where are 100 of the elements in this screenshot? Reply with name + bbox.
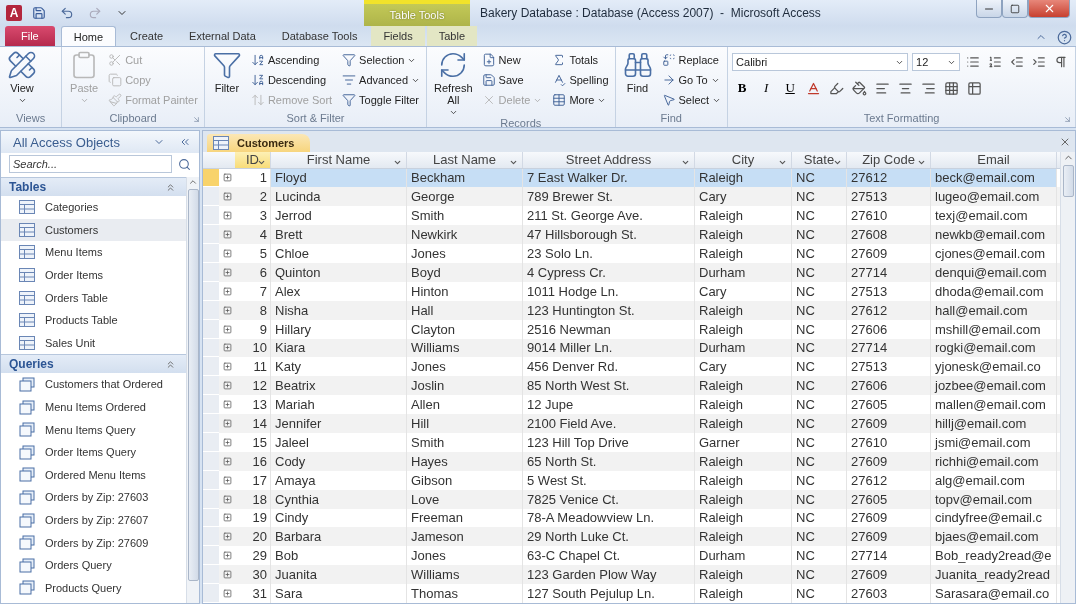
ribbon-button[interactable]: Advanced	[340, 70, 423, 90]
ribbon-button[interactable]: Refresh All	[431, 50, 476, 117]
column-header[interactable]: First Name	[271, 152, 407, 168]
format-button[interactable]: U	[780, 78, 801, 98]
navigation-item[interactable]: Orders Query	[1, 553, 186, 577]
font-size-field[interactable]: 12	[912, 53, 961, 71]
document-tab[interactable]: Customers	[207, 134, 311, 152]
navigation-item[interactable]: Products Query	[1, 576, 186, 600]
ribbon-button[interactable]: Select	[659, 90, 724, 110]
expand-icon[interactable]	[222, 419, 232, 429]
caret-icon[interactable]	[257, 158, 266, 167]
caret-icon[interactable]	[681, 158, 690, 167]
navigation-item[interactable]: Customers	[1, 218, 186, 242]
format-button[interactable]: B	[732, 78, 753, 98]
ribbon-tab[interactable]: Database Tools	[269, 26, 370, 46]
ribbon-button[interactable]: Go To	[659, 70, 724, 90]
search-field[interactable]: Search...	[9, 155, 172, 173]
navigation-item[interactable]: Orders by Zip: 27607	[1, 508, 186, 532]
navigation-item[interactable]: Categories	[1, 196, 186, 219]
expand-icon[interactable]	[222, 192, 232, 202]
dialog-launcher-icon[interactable]	[1063, 115, 1072, 124]
ribbon-tab[interactable]: Create	[118, 26, 176, 46]
ribbon-button[interactable]: Totals	[550, 50, 611, 70]
navigation-item[interactable]: Menu Items Query	[1, 418, 186, 441]
expand-icon[interactable]	[222, 249, 232, 258]
ribbon-button[interactable]: New	[479, 50, 545, 70]
expand-icon[interactable]	[222, 230, 232, 240]
expand-icon[interactable]	[222, 343, 232, 353]
column-header[interactable]: Street Address	[523, 152, 695, 168]
scrollbar[interactable]	[186, 177, 199, 603]
caret-icon[interactable]	[778, 158, 787, 167]
collapse-group-icon[interactable]	[165, 358, 176, 370]
ribbon-tab[interactable]: Home	[60, 26, 117, 46]
scrollbar[interactable]	[1060, 152, 1075, 603]
navigation-item[interactable]: Order Items	[1, 263, 186, 287]
ribbon-button[interactable]: Filter	[208, 50, 245, 112]
format-button[interactable]: I	[756, 78, 777, 98]
expand-icon[interactable]	[222, 570, 232, 580]
maximize-button[interactable]	[1002, 0, 1028, 18]
column-header[interactable]: Email	[931, 152, 1057, 168]
navigation-item[interactable]: Order Items Query	[1, 440, 186, 464]
expand-icon[interactable]	[222, 513, 232, 523]
expand-icon[interactable]	[222, 400, 232, 410]
group-header[interactable]: Queries	[1, 354, 186, 374]
navigation-item[interactable]: Products Table	[1, 308, 186, 332]
ribbon-button[interactable]: View	[4, 50, 40, 112]
navigation-item[interactable]: Ordered Menu Items	[1, 463, 186, 487]
expand-icon[interactable]	[222, 305, 232, 315]
expand-icon[interactable]	[222, 211, 232, 221]
expand-icon[interactable]	[222, 324, 232, 334]
expand-icon[interactable]	[222, 381, 232, 391]
close-button[interactable]	[1028, 0, 1070, 18]
column-header[interactable]: Last Name	[407, 152, 523, 168]
expand-icon[interactable]	[222, 494, 232, 504]
ribbon-button[interactable]: Spelling	[550, 70, 611, 90]
ribbon-button[interactable]: Find	[619, 50, 656, 112]
navigation-item[interactable]: Orders Table	[1, 286, 186, 309]
group-header[interactable]: Tables	[1, 177, 186, 196]
column-header[interactable]: State	[792, 152, 847, 168]
column-header[interactable]: ID	[235, 152, 271, 168]
ribbon-button[interactable]: Toggle Filter	[340, 90, 423, 110]
column-header[interactable]: City	[695, 152, 792, 168]
ribbon-button[interactable]: More	[550, 90, 611, 110]
ribbon-tab[interactable]: File	[5, 26, 55, 46]
minimize-button[interactable]	[976, 0, 1002, 18]
navigation-item[interactable]: Orders by Zip: 27603	[1, 486, 186, 509]
expand-icon[interactable]	[222, 362, 232, 372]
ribbon-button[interactable]: Ascending	[248, 50, 335, 70]
dialog-launcher-icon[interactable]	[191, 115, 201, 124]
scroll-thumb[interactable]	[1062, 165, 1074, 197]
expand-icon[interactable]	[222, 589, 232, 599]
expand-icon[interactable]	[222, 551, 232, 561]
expand-icon[interactable]	[222, 456, 232, 466]
column-header[interactable]: Zip Code	[847, 152, 931, 168]
ribbon-button[interactable]: Save	[479, 70, 545, 90]
ribbon-button[interactable]: Selection	[340, 50, 423, 70]
scroll-up-icon[interactable]	[188, 177, 198, 187]
ribbon-tab[interactable]: Fields	[371, 26, 425, 46]
navigation-item[interactable]: Orders by Zip: 27609	[1, 531, 186, 554]
caret-icon[interactable]	[509, 158, 518, 167]
caret-icon[interactable]	[393, 158, 402, 167]
expand-icon[interactable]	[222, 437, 232, 447]
caret-icon[interactable]	[917, 158, 926, 167]
caret-icon[interactable]	[833, 158, 842, 167]
ribbon-tab[interactable]: External Data	[177, 26, 268, 46]
scroll-thumb[interactable]	[187, 189, 199, 581]
expand-icon[interactable]	[222, 532, 232, 542]
expand-icon[interactable]	[222, 475, 232, 485]
ribbon-button[interactable]: Replace	[659, 50, 724, 70]
expand-icon[interactable]	[222, 173, 232, 183]
navigation-item[interactable]: Menu Items	[1, 241, 186, 264]
ribbon-button[interactable]: Descending	[248, 70, 335, 90]
navigation-item[interactable]: Sales Unit	[1, 331, 186, 355]
ribbon-tab[interactable]: Table	[426, 26, 478, 46]
collapse-group-icon[interactable]	[165, 181, 176, 193]
expand-icon[interactable]	[222, 286, 232, 296]
font-name-field[interactable]: Calibri	[732, 53, 909, 71]
expand-icon[interactable]	[222, 267, 232, 277]
navigation-item[interactable]: Customers that Ordered	[1, 373, 186, 396]
navigation-item[interactable]: Menu Items Ordered	[1, 395, 186, 419]
